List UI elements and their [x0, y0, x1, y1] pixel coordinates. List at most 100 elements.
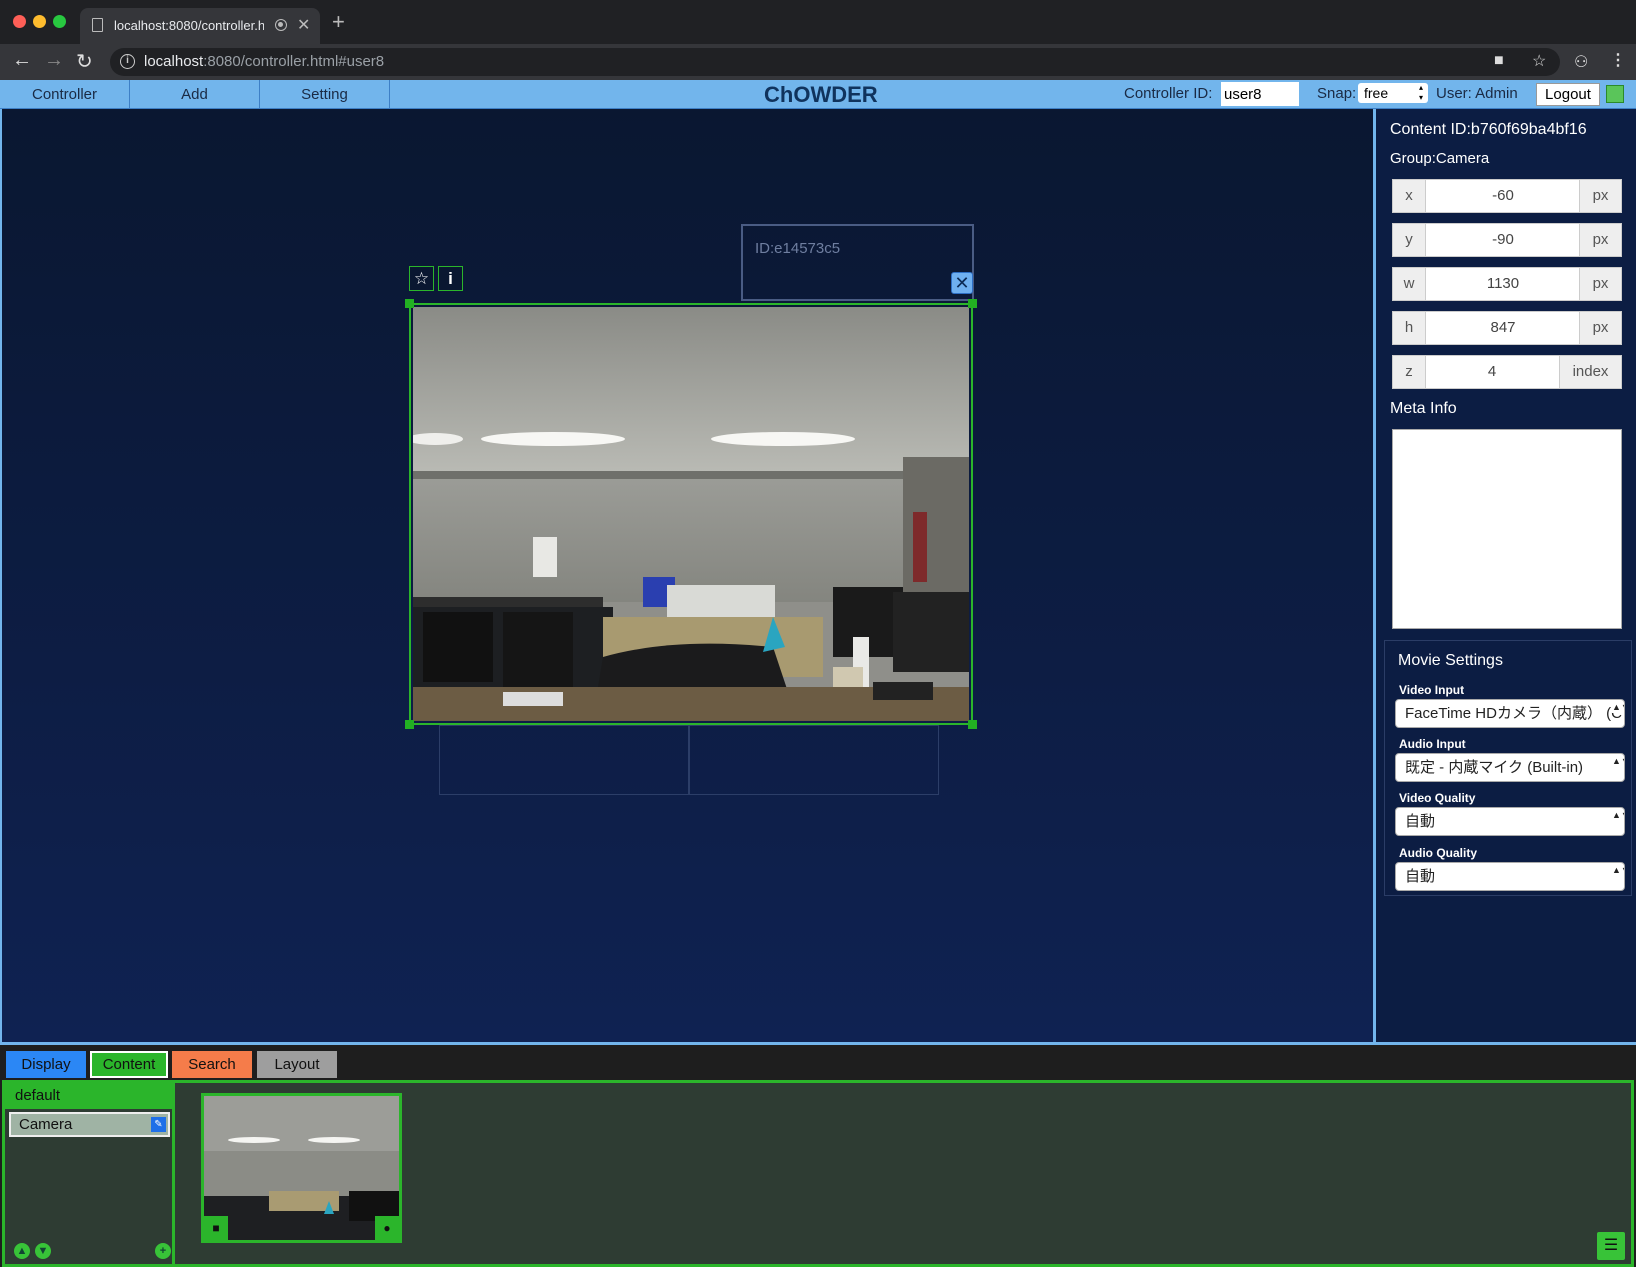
audio-quality-label: Audio Quality: [1399, 846, 1477, 860]
chevron-up-icon: ▲: [16, 1245, 28, 1257]
resize-handle-bottom-right[interactable]: [968, 720, 977, 729]
resize-handle-top-right[interactable]: [968, 299, 977, 308]
tab-content[interactable]: Content: [90, 1051, 168, 1078]
tab-close-icon[interactable]: ✕: [297, 15, 310, 35]
logout-button[interactable]: Logout: [1536, 83, 1600, 106]
prop-h: h 847 px: [1392, 311, 1622, 345]
browser-menu-icon[interactable]: ⋮: [1610, 50, 1626, 70]
prop-h-label: h: [1393, 312, 1426, 344]
property-panel: Content ID:b760f69ba4bf16 Group:Camera x…: [1373, 109, 1636, 1042]
close-window-button[interactable]: [13, 15, 26, 28]
menu-add[interactable]: Add: [130, 80, 260, 109]
url-field[interactable]: i localhost:8080/controller.html#user8 ■…: [110, 48, 1560, 76]
prop-h-unit: px: [1579, 312, 1621, 344]
camera-content[interactable]: [405, 299, 977, 729]
prop-x-label: x: [1393, 180, 1426, 212]
wrench-icon[interactable]: ✎: [151, 1117, 166, 1132]
movie-settings-title: Movie Settings: [1398, 652, 1503, 669]
video-camera-icon: ■: [204, 1216, 228, 1240]
controller-id-label: Controller ID:: [1124, 85, 1213, 102]
tab-layout[interactable]: Layout: [257, 1051, 337, 1078]
video-quality-select[interactable]: 自動 ▲▼: [1395, 807, 1625, 836]
resize-handle-bottom-left[interactable]: [405, 720, 414, 729]
microphone-icon: ●: [375, 1216, 399, 1240]
prop-w-label: w: [1393, 268, 1426, 300]
display-tile[interactable]: [439, 725, 689, 795]
bottom-panel: Display Content Search Layout default Ca…: [0, 1042, 1636, 1267]
display-id: ID:e14573c5: [755, 240, 841, 257]
url-path: :8080/controller.html#user8: [203, 53, 385, 70]
close-content-button[interactable]: ✕: [951, 272, 973, 294]
connection-status-icon: [1606, 85, 1624, 103]
audio-input-label: Audio Input: [1399, 737, 1466, 751]
group-item-camera[interactable]: Camera ✎: [9, 1112, 170, 1137]
address-bar: ← → ↻ i localhost:8080/controller.html#u…: [0, 44, 1636, 80]
prop-w-unit: px: [1579, 268, 1621, 300]
app-title: ChOWDER: [764, 82, 878, 107]
prop-x-input[interactable]: -60: [1427, 180, 1579, 212]
reload-icon[interactable]: ↻: [76, 49, 93, 74]
recording-icon: [275, 19, 287, 31]
zoom-window-button[interactable]: [53, 15, 66, 28]
camera-video-feed: [413, 307, 969, 721]
url-text: localhost:8080/controller.html#user8: [144, 53, 384, 70]
forward-icon[interactable]: →: [44, 49, 64, 72]
favorite-button[interactable]: ☆: [409, 266, 434, 291]
star-icon: ☆: [413, 269, 430, 288]
resize-handle-top-left[interactable]: [405, 299, 414, 308]
hamburger-menu-button[interactable]: ☰: [1597, 1232, 1625, 1260]
back-icon[interactable]: ←: [12, 49, 32, 72]
display-frame[interactable]: ID:e14573c5: [741, 224, 974, 301]
browser-tab[interactable]: localhost:8080/controller.h ✕: [80, 8, 320, 44]
url-host: localhost: [144, 53, 204, 70]
add-group-button[interactable]: +: [155, 1243, 171, 1259]
prop-z-input[interactable]: 4: [1427, 356, 1557, 388]
prop-w-input[interactable]: 1130: [1427, 268, 1579, 300]
prop-w: w 1130 px: [1392, 267, 1622, 301]
audio-input-value: 既定 - 内蔵マイク (Built-in): [1405, 759, 1584, 776]
prop-y-label: y: [1393, 224, 1426, 256]
audio-input-select[interactable]: 既定 - 内蔵マイク (Built-in) ▲▼: [1395, 753, 1625, 782]
prop-h-input[interactable]: 847: [1427, 312, 1579, 344]
meta-info-textarea[interactable]: [1392, 429, 1622, 629]
display-tile[interactable]: [689, 725, 939, 795]
display-workspace[interactable]: ID:e14573c5 ☆ i ✕: [0, 109, 1373, 1042]
menu-setting[interactable]: Setting: [260, 80, 390, 109]
movie-settings-panel: Movie Settings Video Input FaceTime HDカメ…: [1384, 640, 1632, 896]
snap-value: free: [1364, 85, 1389, 101]
meta-info-label: Meta Info: [1390, 400, 1457, 417]
user-label: User: Admin: [1436, 85, 1518, 102]
video-input-label: Video Input: [1399, 683, 1465, 697]
video-quality-value: 自動: [1405, 813, 1436, 830]
group-item-label: Camera: [19, 1116, 73, 1133]
controller-id-input[interactable]: [1221, 82, 1299, 106]
prop-y-input[interactable]: -90: [1427, 224, 1579, 256]
new-tab-button[interactable]: +: [332, 9, 345, 35]
snap-label: Snap:: [1317, 85, 1357, 102]
info-button[interactable]: i: [438, 266, 463, 291]
content-thumbnail[interactable]: ■ ●: [201, 1093, 402, 1243]
video-input-select[interactable]: FaceTime HDカメラ（内蔵） (C▲▼: [1395, 699, 1625, 728]
tab-display[interactable]: Display: [6, 1051, 86, 1078]
select-arrow-icon: ▲▼: [1612, 810, 1624, 821]
site-info-icon[interactable]: i: [120, 54, 135, 69]
group-up-button[interactable]: ▲: [14, 1243, 30, 1259]
snap-select[interactable]: free: [1358, 83, 1428, 103]
bookmark-star-icon[interactable]: ☆: [1532, 51, 1546, 71]
audio-quality-select[interactable]: 自動 ▲▼: [1395, 862, 1625, 891]
prop-z-unit: index: [1559, 356, 1621, 388]
select-arrow-icon: ▲▼: [1612, 756, 1624, 767]
content-id: Content ID:b760f69ba4bf16: [1390, 121, 1587, 138]
tab-search[interactable]: Search: [172, 1051, 252, 1078]
group-item-default[interactable]: default: [5, 1083, 172, 1109]
browser-tab-bar: localhost:8080/controller.h ✕ +: [0, 0, 1636, 44]
select-arrow-icon: ▲▼: [1612, 702, 1624, 713]
select-arrow-icon: ▲▼: [1612, 865, 1624, 876]
camera-in-use-icon[interactable]: ■: [1494, 52, 1504, 70]
group-down-button[interactable]: ▼: [35, 1243, 51, 1259]
content-group: Group:Camera: [1390, 150, 1490, 167]
tab-title: localhost:8080/controller.h: [114, 18, 264, 33]
minimize-window-button[interactable]: [33, 15, 46, 28]
menu-controller[interactable]: Controller: [0, 80, 130, 109]
incognito-icon[interactable]: ⚇: [1574, 52, 1588, 72]
